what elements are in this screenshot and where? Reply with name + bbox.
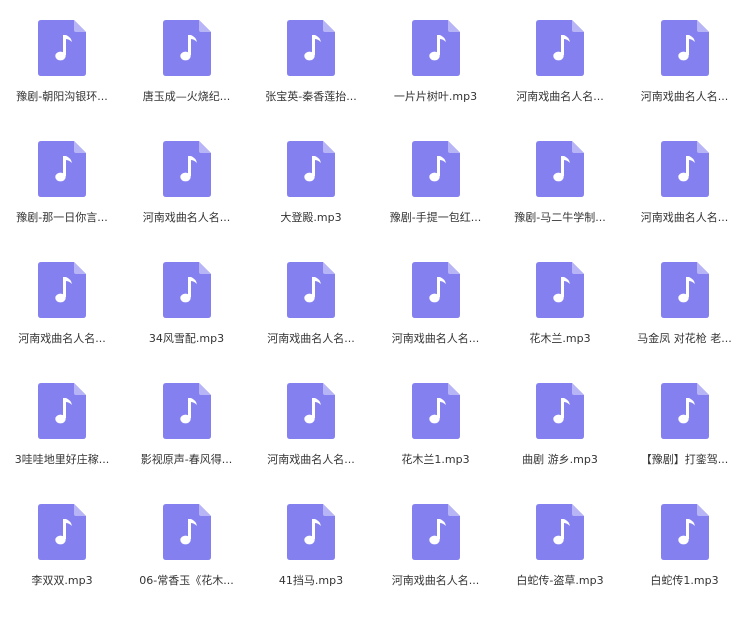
- file-item[interactable]: 张宝英-秦香莲抬...: [249, 0, 373, 118]
- music-file-icon: [411, 141, 460, 197]
- file-item[interactable]: 河南戏曲名人名...: [374, 484, 498, 602]
- music-file-icon: [411, 262, 460, 318]
- file-name: 河南戏曲名人名...: [142, 211, 231, 224]
- music-file-icon: [287, 20, 335, 76]
- file-name: 唐玉成—火烧纪...: [142, 90, 231, 103]
- music-file-icon: [536, 504, 584, 560]
- file-name: 豫剧-朝阳沟银环...: [16, 90, 108, 103]
- file-name: 河南戏曲名人名...: [640, 90, 729, 103]
- music-file-icon: [162, 383, 211, 439]
- music-file-icon: [660, 262, 709, 318]
- music-file-icon: [38, 262, 86, 318]
- music-file-icon: [287, 383, 335, 439]
- file-item[interactable]: 大登殿.mp3: [249, 121, 373, 239]
- music-file-icon: [660, 504, 709, 560]
- music-file-icon: [660, 383, 709, 439]
- music-file-icon: [162, 504, 211, 560]
- music-file-icon: [38, 383, 86, 439]
- music-file-icon: [536, 141, 584, 197]
- file-item[interactable]: 河南戏曲名人名...: [249, 363, 373, 481]
- file-name: 3哇哇地里好庄稼...: [14, 453, 110, 466]
- file-item[interactable]: 唐玉成—火烧纪...: [125, 0, 249, 118]
- file-item[interactable]: 41挡马.mp3: [249, 484, 373, 602]
- file-name: 河南戏曲名人名...: [516, 90, 604, 103]
- file-item[interactable]: 豫剧-朝阳沟银环...: [0, 0, 124, 118]
- music-file-icon: [660, 141, 709, 197]
- file-name: 豫剧-手提一包红...: [389, 211, 482, 224]
- file-name: 河南戏曲名人名...: [267, 453, 355, 466]
- music-file-icon: [411, 383, 460, 439]
- file-name: 河南戏曲名人名...: [640, 211, 729, 224]
- file-name: 河南戏曲名人名...: [391, 332, 480, 345]
- music-file-icon: [411, 504, 460, 560]
- music-file-icon: [38, 141, 86, 197]
- file-name: 【豫剧】打銮驾...: [640, 453, 729, 466]
- file-item[interactable]: 河南戏曲名人名...: [623, 121, 747, 239]
- file-item[interactable]: 花木兰1.mp3: [374, 363, 498, 481]
- music-file-icon: [287, 141, 335, 197]
- music-file-icon: [536, 262, 584, 318]
- file-name: 花木兰.mp3: [529, 332, 591, 345]
- music-file-icon: [536, 20, 584, 76]
- file-item[interactable]: 06-常香玉《花木...: [125, 484, 249, 602]
- file-item[interactable]: 豫剧-马二牛学制...: [498, 121, 622, 239]
- file-name: 曲剧 游乡.mp3: [522, 453, 598, 466]
- file-item[interactable]: 3哇哇地里好庄稼...: [0, 363, 124, 481]
- file-item[interactable]: 影视原声-春风得...: [125, 363, 249, 481]
- file-name: 河南戏曲名人名...: [18, 332, 106, 345]
- file-item[interactable]: 白蛇传1.mp3: [623, 484, 747, 602]
- music-file-icon: [287, 504, 335, 560]
- file-name: 张宝英-秦香莲抬...: [265, 90, 357, 103]
- file-item[interactable]: 河南戏曲名人名...: [249, 242, 373, 360]
- music-file-icon: [287, 262, 335, 318]
- file-item[interactable]: 河南戏曲名人名...: [623, 0, 747, 118]
- file-name: 豫剧-马二牛学制...: [514, 211, 606, 224]
- file-name: 豫剧-那一日你言...: [16, 211, 108, 224]
- file-item[interactable]: 李双双.mp3: [0, 484, 124, 602]
- file-name: 大登殿.mp3: [280, 211, 342, 224]
- file-item[interactable]: 马金凤 对花枪 老...: [623, 242, 747, 360]
- file-grid: 豫剧-朝阳沟银环... 唐玉成—火烧纪... 张宝英-秦香莲抬... 一片片树叶.mp…: [0, 0, 750, 620]
- file-item[interactable]: 河南戏曲名人名...: [374, 242, 498, 360]
- music-file-icon: [162, 262, 211, 318]
- file-name: 李双双.mp3: [31, 574, 93, 587]
- music-file-icon: [536, 383, 584, 439]
- music-file-icon: [411, 20, 460, 76]
- file-name: 06-常香玉《花木...: [139, 574, 234, 587]
- file-name: 影视原声-春风得...: [140, 453, 233, 466]
- file-item[interactable]: 一片片树叶.mp3: [374, 0, 498, 118]
- music-file-icon: [162, 141, 211, 197]
- file-name: 河南戏曲名人名...: [267, 332, 355, 345]
- music-file-icon: [162, 20, 211, 76]
- file-name: 河南戏曲名人名...: [391, 574, 480, 587]
- file-item[interactable]: 豫剧-手提一包红...: [374, 121, 498, 239]
- file-item[interactable]: 曲剧 游乡.mp3: [498, 363, 622, 481]
- file-item[interactable]: 河南戏曲名人名...: [498, 0, 622, 118]
- file-item[interactable]: 34风雪配.mp3: [125, 242, 249, 360]
- file-item[interactable]: 白蛇传-盗草.mp3: [498, 484, 622, 602]
- music-file-icon: [660, 20, 709, 76]
- file-item[interactable]: 豫剧-那一日你言...: [0, 121, 124, 239]
- file-name: 34风雪配.mp3: [148, 332, 225, 345]
- music-file-icon: [38, 504, 86, 560]
- file-name: 白蛇传1.mp3: [650, 574, 719, 587]
- file-item[interactable]: 河南戏曲名人名...: [0, 242, 124, 360]
- file-name: 白蛇传-盗草.mp3: [516, 574, 604, 587]
- file-item[interactable]: 【豫剧】打銮驾...: [623, 363, 747, 481]
- file-name: 马金凤 对花枪 老...: [637, 332, 732, 345]
- file-item[interactable]: 河南戏曲名人名...: [125, 121, 249, 239]
- music-file-icon: [38, 20, 86, 76]
- file-name: 一片片树叶.mp3: [393, 90, 478, 103]
- file-item[interactable]: 花木兰.mp3: [498, 242, 622, 360]
- file-name: 花木兰1.mp3: [401, 453, 470, 466]
- file-name: 41挡马.mp3: [278, 574, 344, 587]
